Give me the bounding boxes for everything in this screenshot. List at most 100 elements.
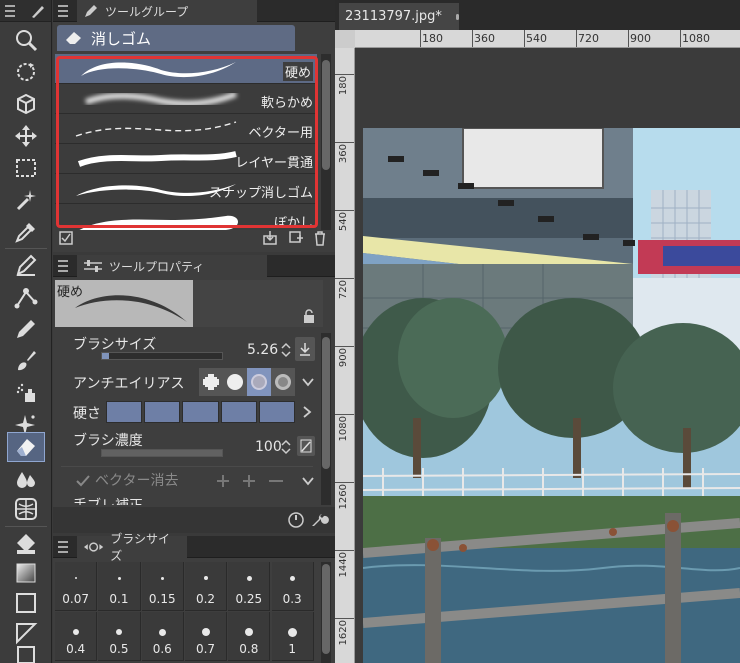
size-preset-button[interactable] (295, 337, 315, 361)
selection-tool[interactable] (7, 153, 45, 183)
fill-tool[interactable] (7, 529, 45, 559)
stepper-icon[interactable] (281, 342, 291, 358)
pen-tool[interactable] (7, 250, 45, 280)
panel-menu-icon[interactable] (58, 5, 68, 17)
brush-size-slider-fill (102, 353, 110, 359)
hardness-row: 硬さ (61, 401, 313, 425)
gradient-tool[interactable] (7, 558, 45, 588)
canvas-illustration[interactable] (363, 128, 740, 663)
object-tool[interactable] (7, 89, 45, 119)
scrollbar-thumb[interactable] (322, 337, 330, 469)
scrollbar-thumb[interactable] (322, 60, 330, 170)
chevron-right-icon[interactable] (301, 405, 313, 419)
pen-pressure-button[interactable] (297, 436, 315, 456)
move-tool[interactable] (7, 121, 45, 151)
hardness-block[interactable] (220, 401, 257, 423)
soft-circle-icon (251, 374, 267, 390)
blend-tool[interactable] (7, 464, 45, 494)
brush-size-cell[interactable]: 0.07 (55, 562, 98, 611)
lock-icon[interactable] (303, 309, 315, 323)
import-subtool-icon[interactable] (262, 230, 278, 246)
rotate-tool[interactable] (7, 57, 45, 87)
text-tool[interactable] (7, 645, 45, 663)
brush-tool[interactable] (7, 346, 45, 376)
antialias-weak-option[interactable] (223, 368, 247, 396)
magic-wand-tool[interactable] (7, 185, 45, 215)
download-icon (300, 343, 310, 356)
checkmark-icon[interactable] (75, 473, 91, 489)
antialias-medium-option[interactable] (247, 368, 271, 396)
brush-size-cell[interactable]: 0.6 (141, 612, 184, 661)
eraser-tool[interactable] (7, 432, 45, 462)
subtool-scrollbar[interactable] (321, 54, 331, 230)
brush-size-cell[interactable]: 0.15 (141, 562, 184, 611)
ruler-label: 540 (526, 32, 547, 45)
scrollbar-thumb[interactable] (322, 564, 330, 654)
brush-density-slider[interactable] (101, 449, 223, 457)
stepper-icon[interactable] (281, 439, 291, 455)
brush-size-cell[interactable]: 0.2 (184, 562, 228, 611)
vector-erase-mode-icons[interactable] (215, 472, 291, 490)
hardness-block[interactable] (182, 401, 219, 423)
brush-size-scrollbar[interactable] (321, 562, 331, 663)
brush-size-cell[interactable]: 0.8 (228, 612, 271, 661)
brush-size-slider[interactable] (101, 352, 223, 360)
ruler-tick (335, 346, 354, 347)
brush-size-cell[interactable]: 1 (271, 612, 314, 661)
trash-icon[interactable] (312, 230, 328, 246)
select-all-check-icon[interactable] (58, 230, 74, 246)
brush-size-row: ブラシサイズ 5.26 (61, 334, 315, 364)
tab-tool-property[interactable]: ツールプロパティ (77, 255, 267, 277)
text-icon (17, 646, 35, 663)
tab-tool-group[interactable]: ツールグループ (77, 0, 257, 22)
panel-menu-icon[interactable] (58, 260, 68, 272)
tool-palette-header (0, 0, 51, 22)
wrench-icon[interactable] (311, 511, 329, 529)
pencil-tool[interactable] (7, 314, 45, 344)
ruler-tick (335, 74, 354, 75)
hardness-block[interactable] (106, 401, 143, 423)
zoom-tool[interactable] (7, 25, 45, 55)
hardness-block[interactable] (144, 401, 181, 423)
property-scrollbar[interactable] (321, 333, 331, 505)
brush-size-cell[interactable]: 0.3 (271, 562, 314, 611)
shape-tool[interactable] (7, 588, 45, 618)
brush-size-cell[interactable]: 0.5 (98, 612, 141, 661)
modified-dot-icon[interactable] (455, 13, 459, 20)
ruler-tick (335, 210, 354, 211)
ruler-tick (335, 414, 354, 415)
brush-size-cell[interactable]: 0.4 (55, 612, 98, 661)
panel-menu-icon[interactable] (58, 541, 68, 553)
document-tabbar: 23113797.jpg* (335, 0, 740, 30)
tab-brush-size[interactable]: ブラシサイズ (77, 532, 187, 563)
chevron-down-icon[interactable] (301, 474, 315, 488)
duplicate-subtool-icon[interactable] (288, 230, 304, 246)
brush-size-cell[interactable]: 0.7 (184, 612, 228, 661)
divider (5, 248, 47, 249)
ruler-label: 1620 (338, 620, 349, 646)
brush-size-cell[interactable]: 0.25 (228, 562, 271, 611)
brush-size-cell[interactable]: 0.1 (98, 562, 141, 611)
group-eraser-tab[interactable]: 消しゴム (57, 25, 295, 51)
vertical-ruler[interactable]: 180 360 540 720 900 1080 1260 1440 1620 (335, 48, 355, 663)
brush-density-value[interactable]: 100 (255, 439, 282, 455)
hardness-block[interactable] (258, 401, 296, 423)
document-tab[interactable]: 23113797.jpg* (339, 3, 459, 30)
brush-preview: 硬め (55, 280, 193, 327)
vector-tool[interactable] (7, 282, 45, 312)
brush-size-value: 0.5 (109, 642, 129, 656)
airbrush-tool[interactable] (7, 378, 45, 408)
menu-icon[interactable] (5, 5, 15, 17)
reset-dial-icon[interactable] (287, 511, 305, 529)
antialias-strong-option[interactable] (271, 368, 295, 396)
figure-tool[interactable] (7, 494, 45, 524)
chevron-down-icon[interactable] (301, 375, 315, 389)
antialias-none-option[interactable] (199, 368, 223, 396)
brush-size-value[interactable]: 5.26 (247, 342, 278, 358)
eyedropper-tool[interactable] (7, 217, 45, 247)
brush-size-dot-icon (73, 629, 80, 635)
horizontal-ruler[interactable]: 180 360 540 720 900 1080 (355, 30, 740, 48)
frame-tool[interactable] (7, 618, 45, 648)
ruler-tick (472, 30, 473, 47)
hardness-selector[interactable] (106, 401, 296, 423)
